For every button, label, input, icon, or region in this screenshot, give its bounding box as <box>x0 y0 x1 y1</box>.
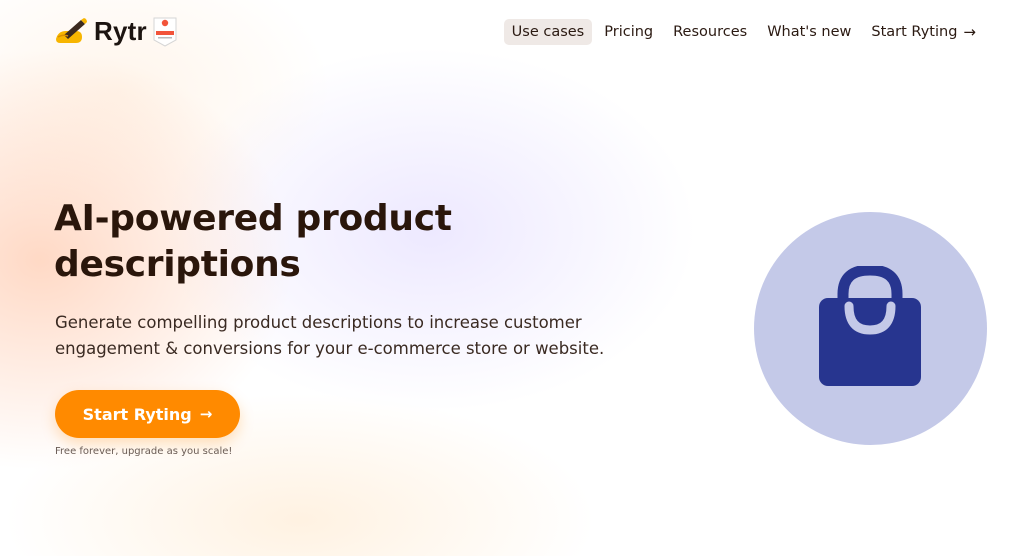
shopping-bag-icon <box>819 266 921 386</box>
nav-item-whats-new[interactable]: What's new <box>759 19 859 45</box>
page-title: AI-powered product descriptions <box>54 198 452 285</box>
brand-name: Rytr <box>94 16 147 46</box>
nav-item-label: What's new <box>767 24 852 40</box>
nav-start-ryting-link[interactable]: Start Ryting → <box>863 19 984 45</box>
arrow-right-icon: → <box>199 404 213 423</box>
nav-item-label: Use cases <box>511 24 585 40</box>
nav-item-label: Resources <box>673 24 748 40</box>
nav-item-label: Pricing <box>604 24 654 40</box>
hero-subtitle: Generate compelling product descriptions… <box>55 313 605 358</box>
nav-item-label: Start Ryting <box>871 24 958 40</box>
brand-logo[interactable]: Rytr <box>54 16 147 47</box>
pen-hand-icon <box>56 17 87 43</box>
cta-note: Free forever, upgrade as you scale! <box>55 446 233 457</box>
g2-leader-badge-icon <box>153 17 177 47</box>
nav-item-use-cases[interactable]: Use cases <box>503 19 593 45</box>
cta-label: Start Ryting <box>82 404 192 424</box>
arrow-right-icon: → <box>963 22 976 41</box>
nav-item-pricing[interactable]: Pricing <box>596 19 661 45</box>
nav-item-resources[interactable]: Resources <box>665 19 755 45</box>
top-navbar: Rytr Use cases Pricing Resources What's … <box>0 0 1024 66</box>
start-ryting-button[interactable]: Start Ryting → <box>55 390 240 438</box>
main-nav: Use cases Pricing Resources What's new S… <box>503 19 984 45</box>
